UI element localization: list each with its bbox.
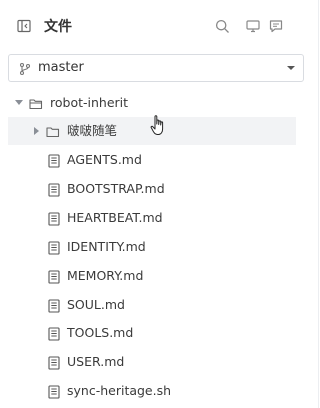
file-row[interactable]: AGENTS.md [0,146,296,174]
tree-folder-label: 啵啵随笔 [67,123,118,138]
file-label: USER.md [67,354,125,370]
file-label: BOOTSTRAP.md [67,180,165,196]
file-label: IDENTITY.md [67,238,146,254]
file-row[interactable]: BOOTSTRAP.md [0,175,296,203]
file-row[interactable]: TOOLS.md [0,319,296,347]
file-explorer-panel: 文件 master robot-inherit 啵啵随笔 AGENTS.md B… [0,0,319,408]
file-row[interactable]: USER.md [0,348,296,376]
folder-open-icon [29,96,43,110]
panel-header: 文件 [0,0,319,54]
page-title: 文件 [44,19,72,35]
search-icon[interactable] [214,18,230,34]
tree-root-label: robot-inherit [50,95,129,110]
file-icon [47,326,61,341]
file-label: SOUL.md [67,296,125,312]
message-icon[interactable] [268,18,284,34]
file-icon [47,355,61,370]
file-label: sync-heritage.sh [67,383,172,399]
file-icon [47,153,61,168]
file-row[interactable]: HEARTBEAT.md [0,204,296,232]
monitor-icon[interactable] [245,18,261,34]
file-label: AGENTS.md [67,152,142,167]
collapse-arrow-icon[interactable] [34,127,39,135]
branch-label: master [38,60,84,75]
file-icon [47,298,61,313]
file-label: HEARTBEAT.md [67,209,163,225]
file-icon [47,240,61,255]
file-row[interactable]: IDENTITY.md [0,233,296,261]
panel-divider [318,0,319,408]
expand-arrow-icon[interactable] [15,100,23,105]
chevron-down-icon [287,66,295,70]
hand-cursor-icon [150,114,168,138]
folder-icon [46,124,60,138]
git-branch-icon [18,61,32,76]
file-row[interactable]: SOUL.md [0,291,296,319]
file-label: MEMORY.md [67,267,144,283]
file-row[interactable]: MEMORY.md [0,262,296,290]
branch-select[interactable]: master [8,54,304,82]
file-label: TOOLS.md [67,325,134,341]
file-row[interactable]: sync-heritage.sh [0,377,296,405]
file-icon [47,384,61,399]
file-icon [47,211,61,226]
file-icon [47,269,61,284]
file-icon [47,182,61,197]
tree-root-folder[interactable]: robot-inherit [0,89,296,117]
sidebar-toggle-icon[interactable] [16,18,32,34]
